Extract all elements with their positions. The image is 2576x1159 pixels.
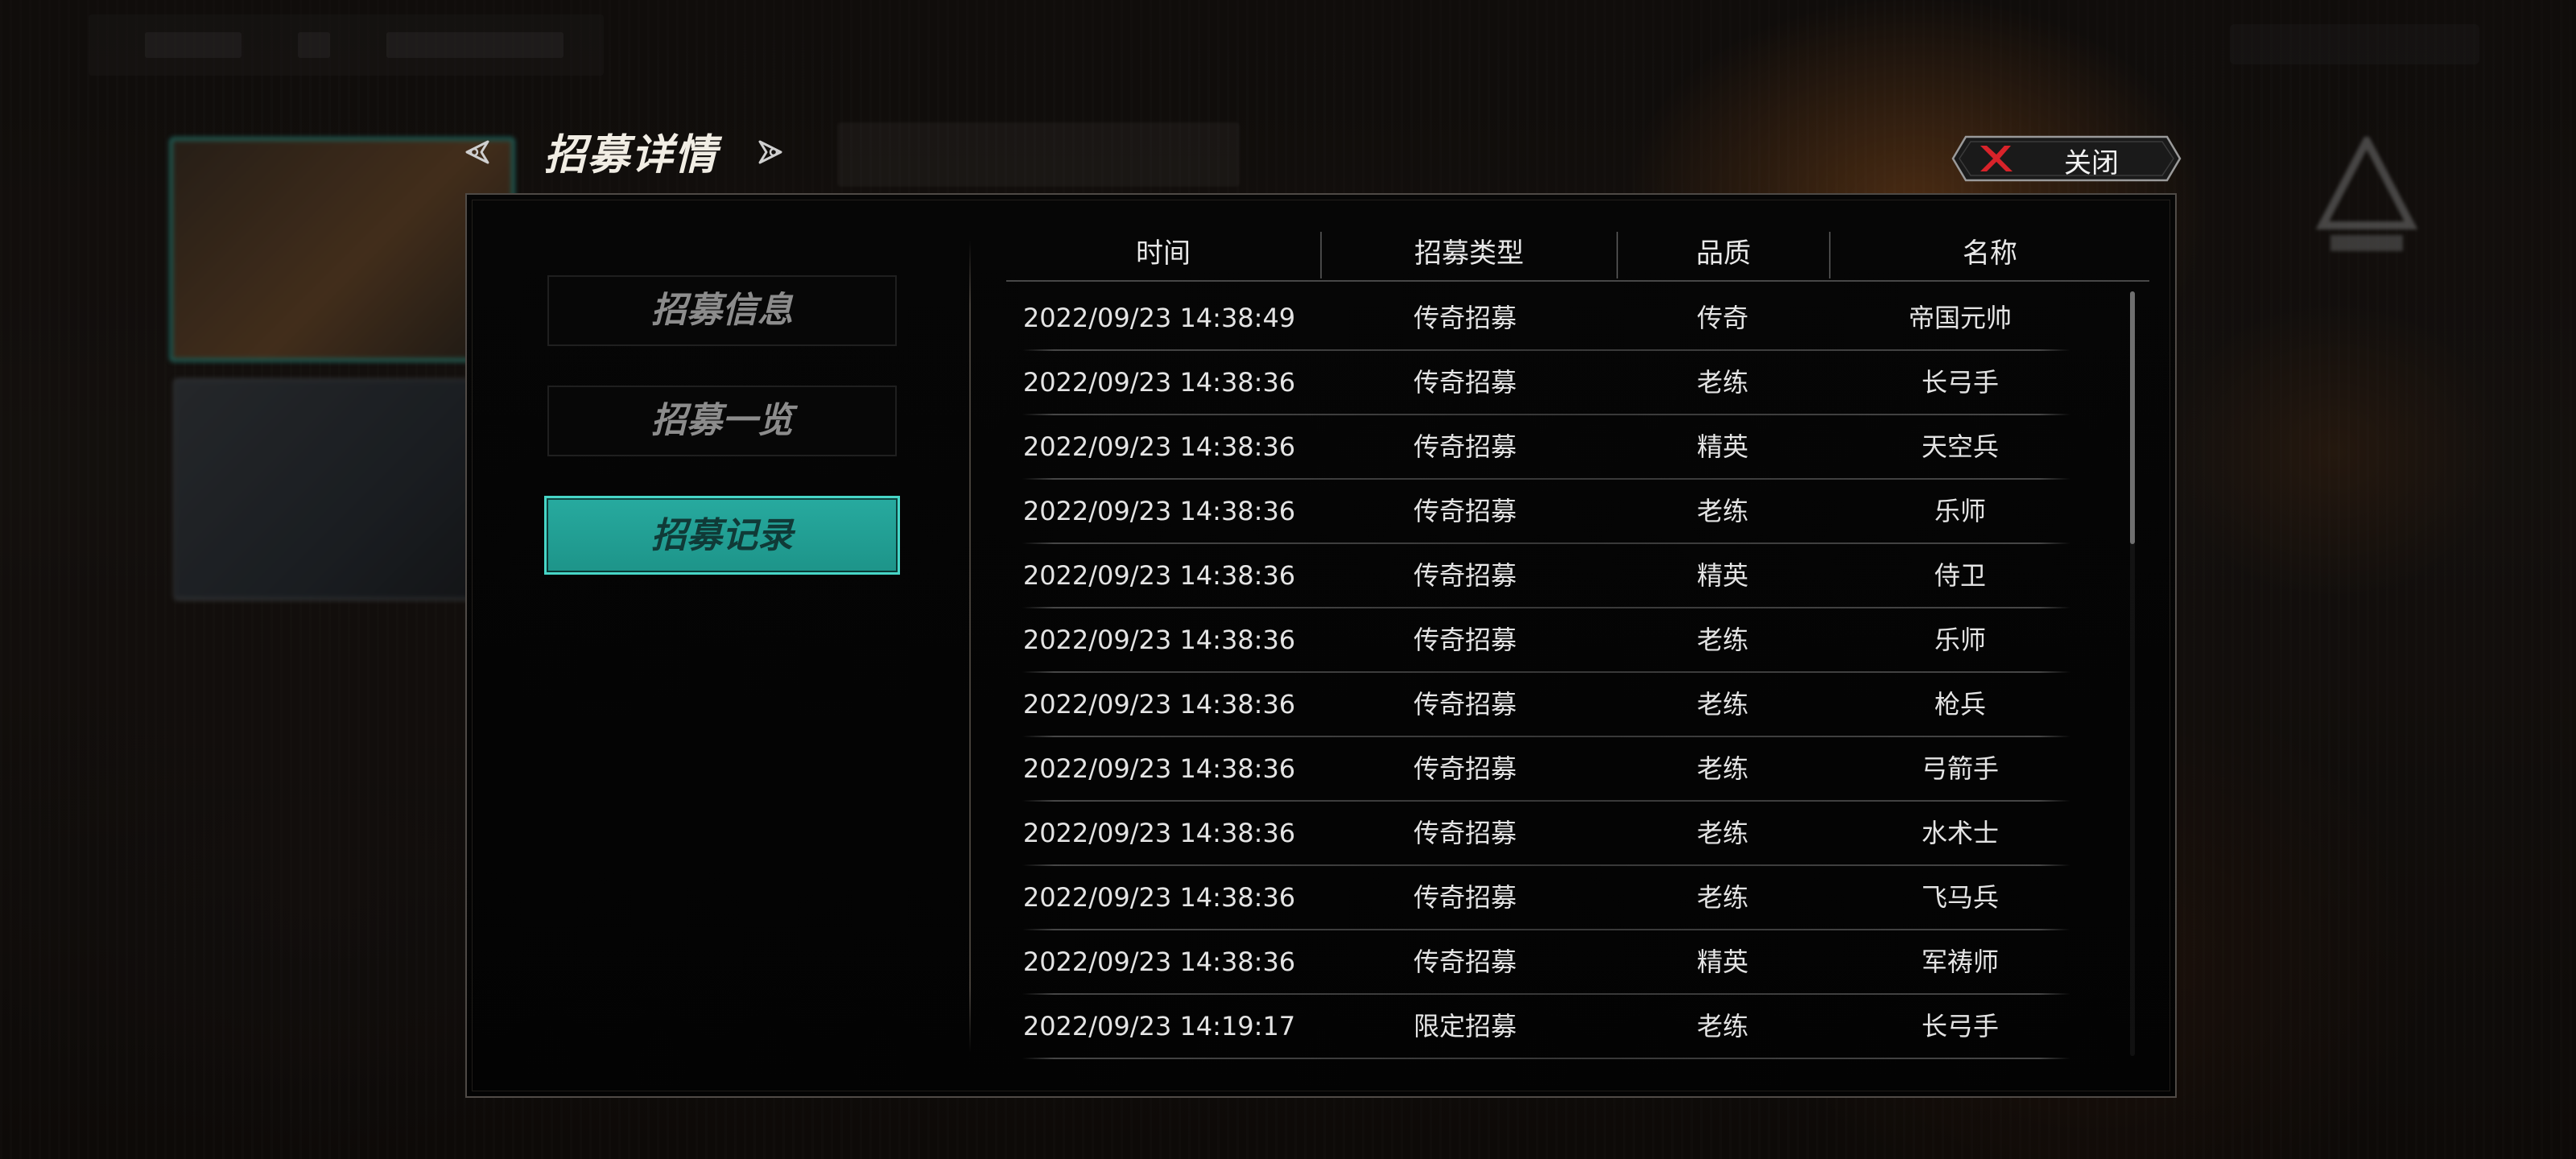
page-title: 招募详情 [544,130,719,179]
menu-recruit-info[interactable]: 招募信息 [547,275,897,346]
cell-name: 水术士 [1921,818,1999,848]
column-header-name[interactable]: 名称 [1831,227,2149,280]
red-x-icon [1980,146,2013,171]
cell-name: 乐师 [1934,496,1986,526]
cell-quality: 精英 [1696,431,1748,462]
cell-name: 枪兵 [1934,689,1986,720]
menu-recruit-list[interactable]: 招募一览 [547,386,897,456]
cell-time: 2022/09/23 14:38:36 [1022,882,1296,913]
cell-recruit-type: 传奇招募 [1413,753,1517,784]
cell-recruit-type: 传奇招募 [1413,947,1517,977]
cell-quality: 老练 [1696,367,1748,398]
cell-quality: 精英 [1696,947,1748,977]
table-row: 2022/09/23 14:38:36 传奇招募 老练 枪兵 [1006,673,2111,737]
cell-time: 2022/09/23 14:38:36 [1022,818,1296,848]
table-row: 2022/09/23 14:38:49 传奇招募 传奇 帝国元帅 [1006,287,2111,351]
cell-name: 弓箭手 [1921,753,1999,784]
scrollbar-thumb[interactable] [2130,291,2135,544]
cell-quality: 传奇 [1696,303,1748,333]
cell-recruit-type: 传奇招募 [1413,496,1517,526]
cell-recruit-type: 传奇招募 [1413,303,1517,333]
table-row: 2022/09/23 14:38:36 传奇招募 精英 侍卫 [1006,544,2111,608]
table-row: 2022/09/23 14:38:36 传奇招募 老练 乐师 [1006,608,2111,673]
cell-time: 2022/09/23 14:19:17 [1022,1011,1296,1041]
cell-quality: 老练 [1696,496,1748,526]
cell-recruit-type: 传奇招募 [1413,818,1517,848]
cell-recruit-type: 传奇招募 [1413,689,1517,720]
right-arrow-icon [758,140,782,164]
cell-recruit-type: 传奇招募 [1413,431,1517,462]
cell-quality: 老练 [1696,882,1748,913]
scrollbar[interactable] [2130,291,2135,1056]
table-row: 2022/09/23 14:38:36 传奇招募 老练 水术士 [1006,802,2111,866]
cell-quality: 老练 [1696,818,1748,848]
cell-quality: 老练 [1696,753,1748,784]
panel-divider [969,240,971,1053]
menu-recruit-records[interactable]: 招募记录 [544,496,900,575]
cell-name: 军祷师 [1921,947,1999,977]
table-row: 2022/09/23 14:38:36 传奇招募 精英 军祷师 [1006,930,2111,995]
left-arrow-icon [465,140,489,164]
column-header-quality[interactable]: 品质 [1618,227,1829,280]
table-row: 2022/09/23 14:19:17 限定招募 老练 长弓手 [1006,995,2111,1059]
table-row: 2022/09/23 14:38:36 传奇招募 老练 长弓手 [1006,351,2111,415]
cell-quality: 老练 [1696,625,1748,655]
cell-quality: 老练 [1696,1011,1748,1041]
prev-page-button[interactable] [460,135,494,169]
next-page-button[interactable] [753,135,787,169]
cell-name: 天空兵 [1921,431,1999,462]
cell-quality: 精英 [1696,560,1748,591]
close-button[interactable]: 关闭 [1951,135,2182,182]
cell-time: 2022/09/23 14:38:36 [1022,947,1296,977]
table-row: 2022/09/23 14:38:36 传奇招募 精英 天空兵 [1006,415,2111,480]
table-row: 2022/09/23 14:38:36 传奇招募 老练 飞马兵 [1006,866,2111,930]
column-header-time[interactable]: 时间 [1006,227,1320,280]
cell-recruit-type: 传奇招募 [1413,367,1517,398]
cell-name: 长弓手 [1921,1011,1999,1041]
table-header: 时间 招募类型 品质 名称 [1006,227,2149,282]
cell-time: 2022/09/23 14:38:36 [1022,496,1296,526]
table-row: 2022/09/23 14:38:36 传奇招募 老练 乐师 [1006,480,2111,544]
cell-name: 长弓手 [1921,367,1999,398]
cell-recruit-type: 传奇招募 [1413,560,1517,591]
cell-time: 2022/09/23 14:38:49 [1022,303,1296,333]
table-row: 2022/09/23 14:38:36 传奇招募 老练 弓箭手 [1006,737,2111,802]
cell-recruit-type: 限定招募 [1413,1011,1517,1041]
cell-recruit-type: 传奇招募 [1413,625,1517,655]
cell-time: 2022/09/23 14:38:36 [1022,560,1296,591]
blurred-hint-box [837,122,1240,187]
cell-time: 2022/09/23 14:38:36 [1022,625,1296,655]
cell-time: 2022/09/23 14:38:36 [1022,753,1296,784]
column-header-type[interactable]: 招募类型 [1322,227,1616,280]
close-label: 关闭 [2064,147,2119,179]
cell-name: 乐师 [1934,625,1986,655]
cell-name: 飞马兵 [1921,882,1999,913]
cell-quality: 老练 [1696,689,1748,720]
cell-recruit-type: 传奇招募 [1413,882,1517,913]
row-divider [1022,1058,2070,1059]
cell-time: 2022/09/23 14:38:36 [1022,431,1296,462]
cell-time: 2022/09/23 14:38:36 [1022,367,1296,398]
game-screen: 招募详情 关闭 招募信息 招募一览 招募记录 时间 招募类型 品质 名称 202… [0,0,2576,1159]
cell-name: 侍卫 [1934,560,1986,591]
records-table: 2022/09/23 14:38:49 传奇招募 传奇 帝国元帅 2022/09/23 … [1006,287,2111,1059]
cell-name: 帝国元帅 [1908,303,2012,333]
recruit-detail-panel: 招募信息 招募一览 招募记录 时间 招募类型 品质 名称 2022/09/23 … [465,193,2177,1098]
cell-time: 2022/09/23 14:38:36 [1022,689,1296,720]
